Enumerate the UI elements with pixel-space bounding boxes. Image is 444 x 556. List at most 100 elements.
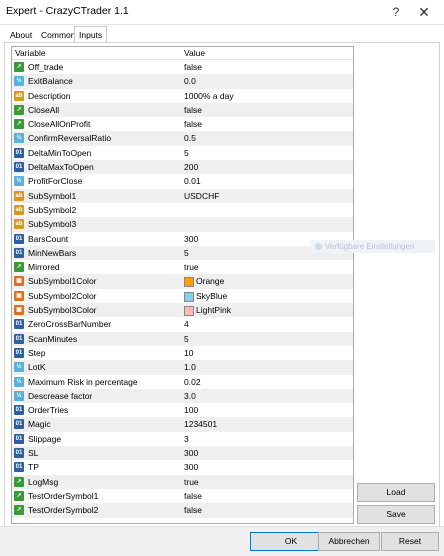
cancel-button[interactable]: Abbrechen xyxy=(318,532,380,551)
grid-row[interactable]: 01 Slippage 3 xyxy=(12,432,353,446)
grid-row[interactable]: ½ ExitBalance 0.0 xyxy=(12,74,353,89)
load-button[interactable]: Load xyxy=(357,483,435,502)
variable-value[interactable]: false xyxy=(184,60,202,74)
variable-value[interactable]: 300 xyxy=(184,232,198,246)
close-icon[interactable]: ✕ xyxy=(414,2,434,22)
grid-row[interactable]: 01 Magic 1234501 xyxy=(12,417,353,432)
variable-value[interactable]: true xyxy=(184,475,199,489)
grid-row[interactable]: ab SubSymbol1 USDCHF xyxy=(12,188,353,203)
variable-value[interactable]: 10 xyxy=(184,346,193,360)
save-button[interactable]: Save xyxy=(357,505,435,524)
grid-row[interactable]: 01 TP 300 xyxy=(12,460,353,474)
grid-row[interactable]: ↗ CloseAll false xyxy=(12,102,353,118)
variable-value[interactable]: 1234501 xyxy=(184,417,217,431)
grid-row[interactable]: 01 MinNewBars 5 xyxy=(12,245,353,261)
header-value[interactable]: Value xyxy=(184,48,205,58)
variable-value[interactable]: false xyxy=(184,503,202,517)
grid-row[interactable]: 01 SL 300 xyxy=(12,446,353,461)
variable-value[interactable]: 3.0 xyxy=(184,389,196,403)
variable-value[interactable]: 4 xyxy=(184,317,189,331)
variable-value[interactable]: true xyxy=(184,260,199,274)
hint-dot-icon xyxy=(315,243,322,250)
variable-value[interactable]: false xyxy=(184,117,202,131)
grid-row[interactable]: 01 Step 10 xyxy=(12,346,353,360)
grid-row[interactable]: 01 ZeroCrossBarNumber 4 xyxy=(12,317,353,331)
grid-row[interactable]: ½ LotK 1.0 xyxy=(12,360,353,375)
variable-name: Off_trade xyxy=(28,62,64,72)
grid-row[interactable]: ab Description 1000% a day xyxy=(12,89,353,103)
grid-row[interactable]: ▣ SubSymbol1Color Orange xyxy=(12,274,353,289)
variable-name: SubSymbol2Color xyxy=(28,290,97,301)
grid-row[interactable]: ab SubSymbol3 xyxy=(12,217,353,232)
variable-name: SubSymbol3Color xyxy=(28,305,97,316)
grid-row[interactable]: ↗ Off_trade false xyxy=(12,60,353,74)
variable-value[interactable]: false xyxy=(184,103,202,117)
variable-value[interactable]: false xyxy=(184,489,202,503)
inputs-panel: Variable Value ↗ Off_trade false ½ ExitBalan… xyxy=(4,42,440,527)
grid-row[interactable]: ab SubSymbol2 xyxy=(12,203,353,217)
grid-row[interactable]: ½ ProfitForClose 0.01 xyxy=(12,174,353,188)
int-icon: 01 xyxy=(14,405,24,416)
variable-value[interactable]: 0.5 xyxy=(184,131,196,145)
help-button[interactable]: ? xyxy=(386,2,406,22)
variable-value[interactable]: 5 xyxy=(184,332,189,346)
variable-name: OrderTries xyxy=(28,405,69,416)
window-title: Expert - CrazyCTrader 1.1 xyxy=(6,5,129,17)
grid-row[interactable]: 01 BarsCount 300 xyxy=(12,232,353,246)
variable-value[interactable]: 300 xyxy=(184,460,198,474)
color-swatch[interactable] xyxy=(184,277,194,288)
grid-row[interactable]: 01 OrderTries 100 xyxy=(12,403,353,417)
variable-name: SubSymbol1 xyxy=(28,190,77,201)
variable-value[interactable]: 5 xyxy=(184,146,189,160)
variable-name: ZeroCrossBarNumber xyxy=(28,319,112,330)
grid-row[interactable]: ½ ConfirmReversalRatio 0.5 xyxy=(12,131,353,146)
variable-value[interactable]: Orange xyxy=(196,274,224,288)
color-icon: ▣ xyxy=(14,305,24,316)
variable-value[interactable]: SkyBlue xyxy=(196,289,227,303)
inputs-grid[interactable]: Variable Value ↗ Off_trade false ½ ExitBalan… xyxy=(11,46,354,524)
settings-hint: Verfügbare Einstellungen xyxy=(311,240,435,253)
variable-value[interactable]: 0.0 xyxy=(184,74,196,88)
grid-row[interactable]: ↗ LogMsg true xyxy=(12,474,353,489)
reset-button[interactable]: Reset xyxy=(381,532,439,551)
variable-name: ExitBalance xyxy=(28,76,73,87)
variable-name: MinNewBars xyxy=(28,247,77,258)
grid-row[interactable]: ↗ TestOrderSymbol1 false xyxy=(12,489,353,503)
variable-value[interactable]: LightPink xyxy=(196,303,231,317)
grid-row[interactable]: ½ Maximum Risk in percentage 0.02 xyxy=(12,375,353,389)
variable-value[interactable]: 3 xyxy=(184,432,189,446)
grid-row[interactable]: ▣ SubSymbol3Color LightPink xyxy=(12,303,353,318)
grid-row[interactable]: 01 DeltaMaxToOpen 200 xyxy=(12,160,353,175)
variable-name: DeltaMaxToOpen xyxy=(28,162,94,173)
variable-name: SL xyxy=(28,448,39,459)
variable-value[interactable]: 1000% a day xyxy=(184,89,234,103)
grid-row[interactable]: ↗ Mirrored true xyxy=(12,260,353,274)
int-icon: 01 xyxy=(14,333,24,344)
bool-icon: ↗ xyxy=(14,505,24,516)
variable-value[interactable]: 100 xyxy=(184,403,198,417)
double-icon: ½ xyxy=(14,133,24,144)
grid-row[interactable]: 01 ScanMinutes 5 xyxy=(12,331,353,346)
grid-row[interactable]: ½ Descrease factor 3.0 xyxy=(12,388,353,404)
variable-value[interactable]: 0.01 xyxy=(184,174,201,188)
grid-row[interactable]: ↗ TestOrderSymbol2 false xyxy=(12,503,353,518)
color-swatch[interactable] xyxy=(184,291,194,302)
int-icon: 01 xyxy=(14,162,24,173)
variable-name: TestOrderSymbol1 xyxy=(28,490,99,501)
variable-value[interactable]: 200 xyxy=(184,160,198,174)
grid-row[interactable]: ↗ CloseAllOnProfit false xyxy=(12,117,353,131)
title-bar: Expert - CrazyCTrader 1.1 ? ✕ xyxy=(0,0,444,25)
variable-value[interactable]: USDCHF xyxy=(184,189,219,203)
grid-row[interactable]: ▣ SubSymbol2Color SkyBlue xyxy=(12,289,353,303)
variable-value[interactable]: 0.02 xyxy=(184,375,201,389)
grid-row[interactable]: 01 DeltaMinToOpen 5 xyxy=(12,146,353,160)
variable-name: ConfirmReversalRatio xyxy=(28,133,112,144)
variable-value[interactable]: 300 xyxy=(184,446,198,460)
variable-value[interactable]: 5 xyxy=(184,246,189,260)
double-icon: ½ xyxy=(14,376,24,387)
color-swatch[interactable] xyxy=(184,306,194,317)
variable-name: Maximum Risk in percentage xyxy=(28,376,138,387)
tab-about[interactable]: About xyxy=(6,28,36,42)
header-variable[interactable]: Variable xyxy=(15,48,46,58)
variable-value[interactable]: 1.0 xyxy=(184,360,196,374)
